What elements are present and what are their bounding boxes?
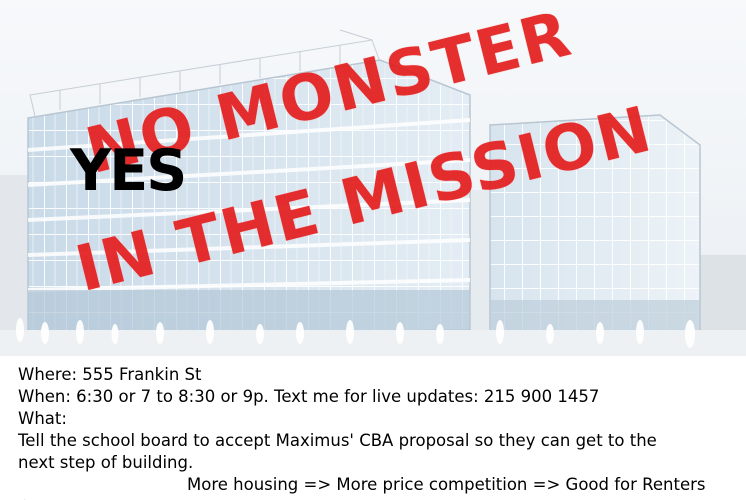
flyer: NO MONSTER IN THE MISSION YES Where: 555…: [0, 0, 746, 500]
event-details: Where: 555 Frankin St When: 6:30 or 7 to…: [0, 356, 746, 500]
yes-overlay-text: YES: [70, 138, 187, 204]
what-line: What:: [18, 409, 67, 428]
description-line-1: Tell the school board to accept Maximus'…: [18, 431, 657, 450]
when-line: When: 6:30 or 7 to 8:30 or 9p. Text me f…: [18, 387, 600, 406]
where-line: Where: 555 Frankin St: [18, 365, 202, 384]
housing-argument-line: More housing => More price competition =…: [187, 475, 706, 494]
description-line-2: next step of building.: [18, 453, 194, 472]
